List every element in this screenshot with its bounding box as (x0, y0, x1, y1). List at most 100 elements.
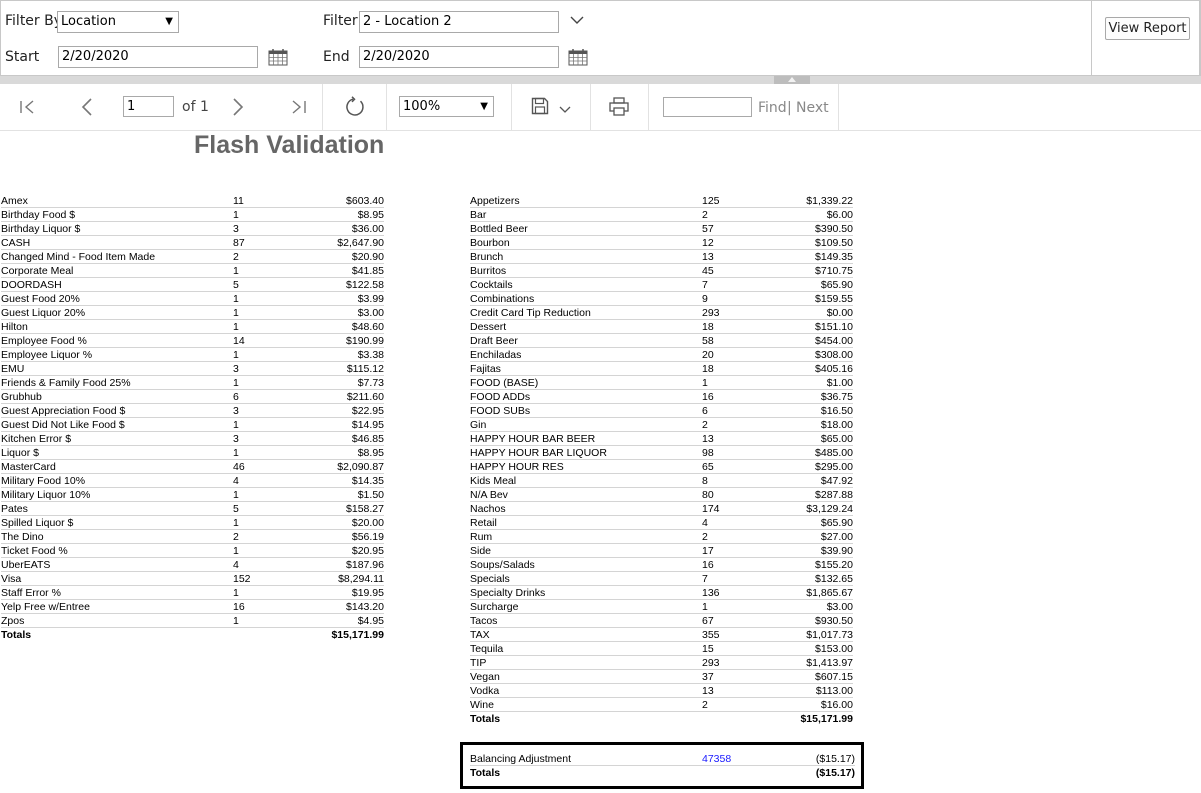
table-row: Pates 5 $158.27 (1, 502, 384, 516)
row-amount: $3.38 (357, 349, 384, 361)
filter-by-select[interactable]: Location ▼ (57, 11, 179, 33)
row-label: FOOD (BASE) (470, 377, 539, 389)
last-page-icon[interactable] (289, 99, 307, 115)
row-label: Combinations (470, 293, 535, 305)
row-count: 2 (702, 419, 708, 431)
toolbar-separator (838, 84, 839, 130)
calendar-icon[interactable] (568, 48, 588, 66)
find-link[interactable]: Find (758, 100, 787, 116)
row-count: 293 (702, 657, 720, 669)
row-amount: $159.55 (815, 293, 853, 305)
row-label: Corporate Meal (1, 265, 74, 277)
row-amount: $39.90 (820, 545, 853, 557)
row-count: 1 (702, 377, 708, 389)
filter-input[interactable]: 2 - Location 2 (359, 11, 559, 33)
row-label: Changed Mind - Food Item Made (1, 251, 156, 263)
table-row: DOORDASH 5 $122.58 (1, 278, 384, 292)
row-count: 136 (702, 587, 720, 599)
row-amount: $710.75 (815, 265, 853, 277)
row-amount: $8,294.11 (338, 573, 384, 585)
row-label: Burritos (470, 265, 507, 277)
row-count: 16 (702, 391, 714, 403)
table-row: FOOD SUBs 6 $16.50 (470, 404, 853, 418)
table-row: Hilton 1 $48.60 (1, 320, 384, 334)
table-row: Dessert 18 $151.10 (470, 320, 853, 334)
table-row: TIP 293 $1,413.97 (470, 656, 853, 670)
row-count: 4 (233, 559, 239, 571)
row-label: Bar (470, 209, 487, 221)
row-count: 1 (233, 265, 239, 277)
row-amount: $1.50 (357, 489, 384, 501)
table-row: Bar 2 $6.00 (470, 208, 853, 222)
previous-page-icon[interactable] (79, 97, 95, 117)
row-label: Grubhub (1, 391, 42, 403)
view-report-button[interactable]: View Report (1105, 17, 1190, 40)
row-amount: $15,171.99 (800, 713, 853, 725)
first-page-icon[interactable] (19, 99, 37, 115)
row-amount: ($15.17) (815, 753, 855, 765)
table-row: Guest Appreciation Food $ 3 $22.95 (1, 404, 384, 418)
row-count: 1 (233, 349, 239, 361)
table-row: Guest Liquor 20% 1 $3.00 (1, 306, 384, 320)
table-row: Rum 2 $27.00 (470, 530, 853, 544)
row-amount: $109.50 (815, 237, 853, 249)
row-label: Soups/Salads (470, 559, 535, 571)
row-count: 1 (233, 209, 239, 221)
table-row: Draft Beer 58 $454.00 (470, 334, 853, 348)
find-input[interactable] (663, 97, 752, 117)
print-icon[interactable] (609, 97, 629, 116)
chevron-down-icon[interactable] (570, 16, 584, 25)
row-amount: $8.95 (357, 447, 384, 459)
row-count: 3 (233, 433, 239, 445)
table-row: Bottled Beer 57 $390.50 (470, 222, 853, 236)
next-link[interactable]: Next (796, 100, 829, 116)
row-label: FOOD ADDs (470, 391, 531, 403)
row-label: Guest Did Not Like Food $ (1, 419, 125, 431)
row-label: UberEATS (1, 559, 51, 571)
table-row: N/A Bev 80 $287.88 (470, 488, 853, 502)
table-row: TAX 355 $1,017.73 (470, 628, 853, 642)
table-row: Changed Mind - Food Item Made 2 $20.90 (1, 250, 384, 264)
row-label: HAPPY HOUR BAR LIQUOR (470, 447, 607, 459)
row-label: EMU (1, 363, 25, 375)
row-label: Gin (470, 419, 487, 431)
table-row: Friends & Family Food 25% 1 $7.73 (1, 376, 384, 390)
end-label: End (323, 49, 350, 65)
zoom-select[interactable]: 100% ▼ (399, 96, 494, 117)
table-row: Soups/Salads 16 $155.20 (470, 558, 853, 572)
table-row: Visa 152 $8,294.11 (1, 572, 384, 586)
row-count[interactable]: 47358 (702, 752, 731, 766)
row-label: FOOD SUBs (470, 405, 531, 417)
row-count: 87 (233, 237, 245, 249)
refresh-icon[interactable] (344, 96, 366, 118)
dropdown-arrow-icon: ▼ (165, 16, 173, 27)
row-count: 1 (233, 489, 239, 501)
row-amount: $18.00 (820, 419, 853, 431)
table-row: Vodka 13 $113.00 (470, 684, 853, 698)
save-icon[interactable] (531, 97, 549, 115)
table-row: Fajitas 18 $405.16 (470, 362, 853, 376)
row-count: 1 (233, 517, 239, 529)
calendar-icon[interactable] (268, 48, 288, 66)
row-count: 6 (702, 405, 708, 417)
page-number-input[interactable]: 1 (123, 96, 174, 117)
collapse-toggle[interactable] (774, 76, 810, 84)
row-label: Birthday Liquor $ (1, 223, 81, 235)
row-label: Guest Appreciation Food $ (1, 405, 126, 417)
table-row: Zpos 1 $4.95 (1, 614, 384, 628)
table-row: Bourbon 12 $109.50 (470, 236, 853, 250)
row-amount: $211.60 (346, 391, 384, 403)
table-row: HAPPY HOUR BAR LIQUOR 98 $485.00 (470, 446, 853, 460)
table-row: UberEATS 4 $187.96 (1, 558, 384, 572)
start-date-input[interactable]: 2/20/2020 (58, 46, 258, 68)
chevron-down-icon[interactable] (559, 106, 571, 114)
table-row: Specials 7 $132.65 (470, 572, 853, 586)
row-count: 15 (702, 643, 714, 655)
row-amount: $115.12 (346, 363, 384, 375)
row-amount: $287.88 (815, 489, 853, 501)
row-label: Military Food 10% (1, 475, 86, 487)
row-label: Credit Card Tip Reduction (470, 307, 591, 319)
row-label: HAPPY HOUR RES (470, 461, 564, 473)
end-date-input[interactable]: 2/20/2020 (359, 46, 559, 68)
next-page-icon[interactable] (230, 97, 246, 117)
